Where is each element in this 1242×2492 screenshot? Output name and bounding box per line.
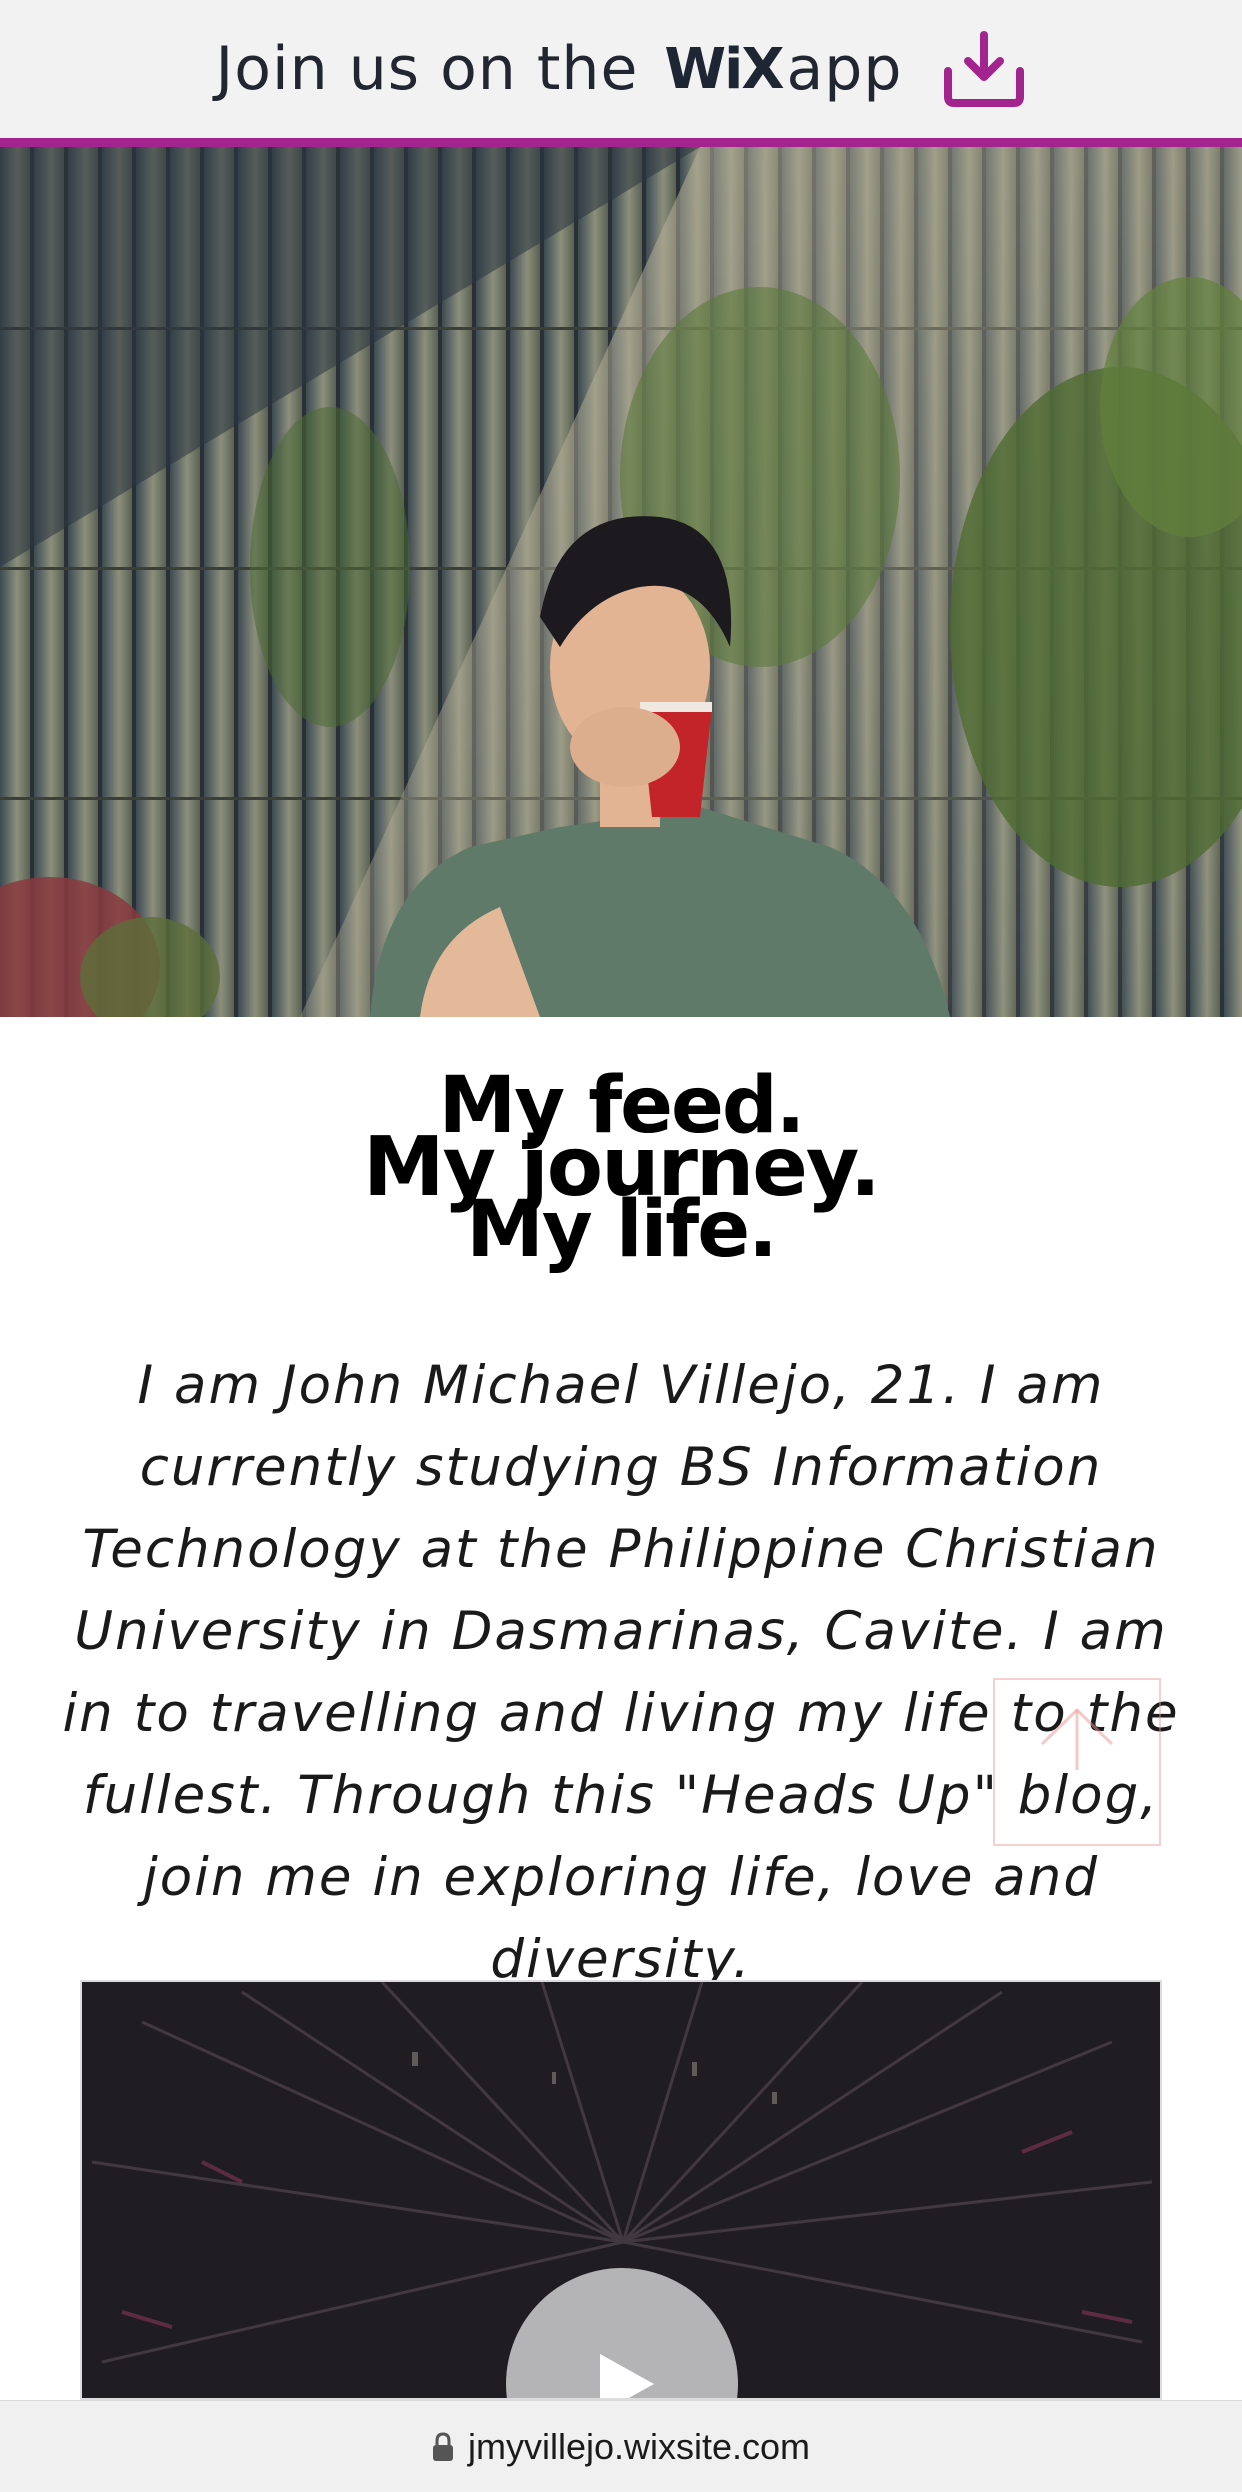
headline-line-3: My life. bbox=[466, 1185, 778, 1275]
page-headline: My feed. My journey. My life. bbox=[0, 1067, 1242, 1275]
arrow-up-icon bbox=[1040, 1707, 1114, 1770]
hero-photo-icon bbox=[0, 147, 1242, 1017]
back-to-top-button[interactable] bbox=[993, 1678, 1161, 1846]
browser-address-bar[interactable]: jmyvillejo.wixsite.com bbox=[0, 2400, 1242, 2492]
url-text: jmyvillejo.wixsite.com bbox=[467, 2425, 811, 2467]
app-banner-text: Join us on the WiX app bbox=[216, 31, 1027, 107]
page: Join us on the WiX app My feed. My journ… bbox=[0, 0, 1242, 2492]
banner-prefix: Join us on the bbox=[215, 34, 639, 104]
banner-accent-bar bbox=[0, 138, 1242, 147]
lock-icon bbox=[432, 2431, 453, 2461]
hero-photo bbox=[0, 147, 1242, 1017]
wix-app-banner[interactable]: Join us on the WiX app bbox=[0, 0, 1242, 138]
banner-suffix: app bbox=[786, 34, 903, 104]
video-player[interactable] bbox=[80, 1980, 1162, 2400]
wix-logo: WiX bbox=[664, 36, 784, 102]
bio-text: I am John Michael Villejo, 21. I am curr… bbox=[62, 1355, 1180, 1981]
download-icon[interactable] bbox=[942, 31, 1026, 107]
play-icon bbox=[600, 2354, 654, 2398]
